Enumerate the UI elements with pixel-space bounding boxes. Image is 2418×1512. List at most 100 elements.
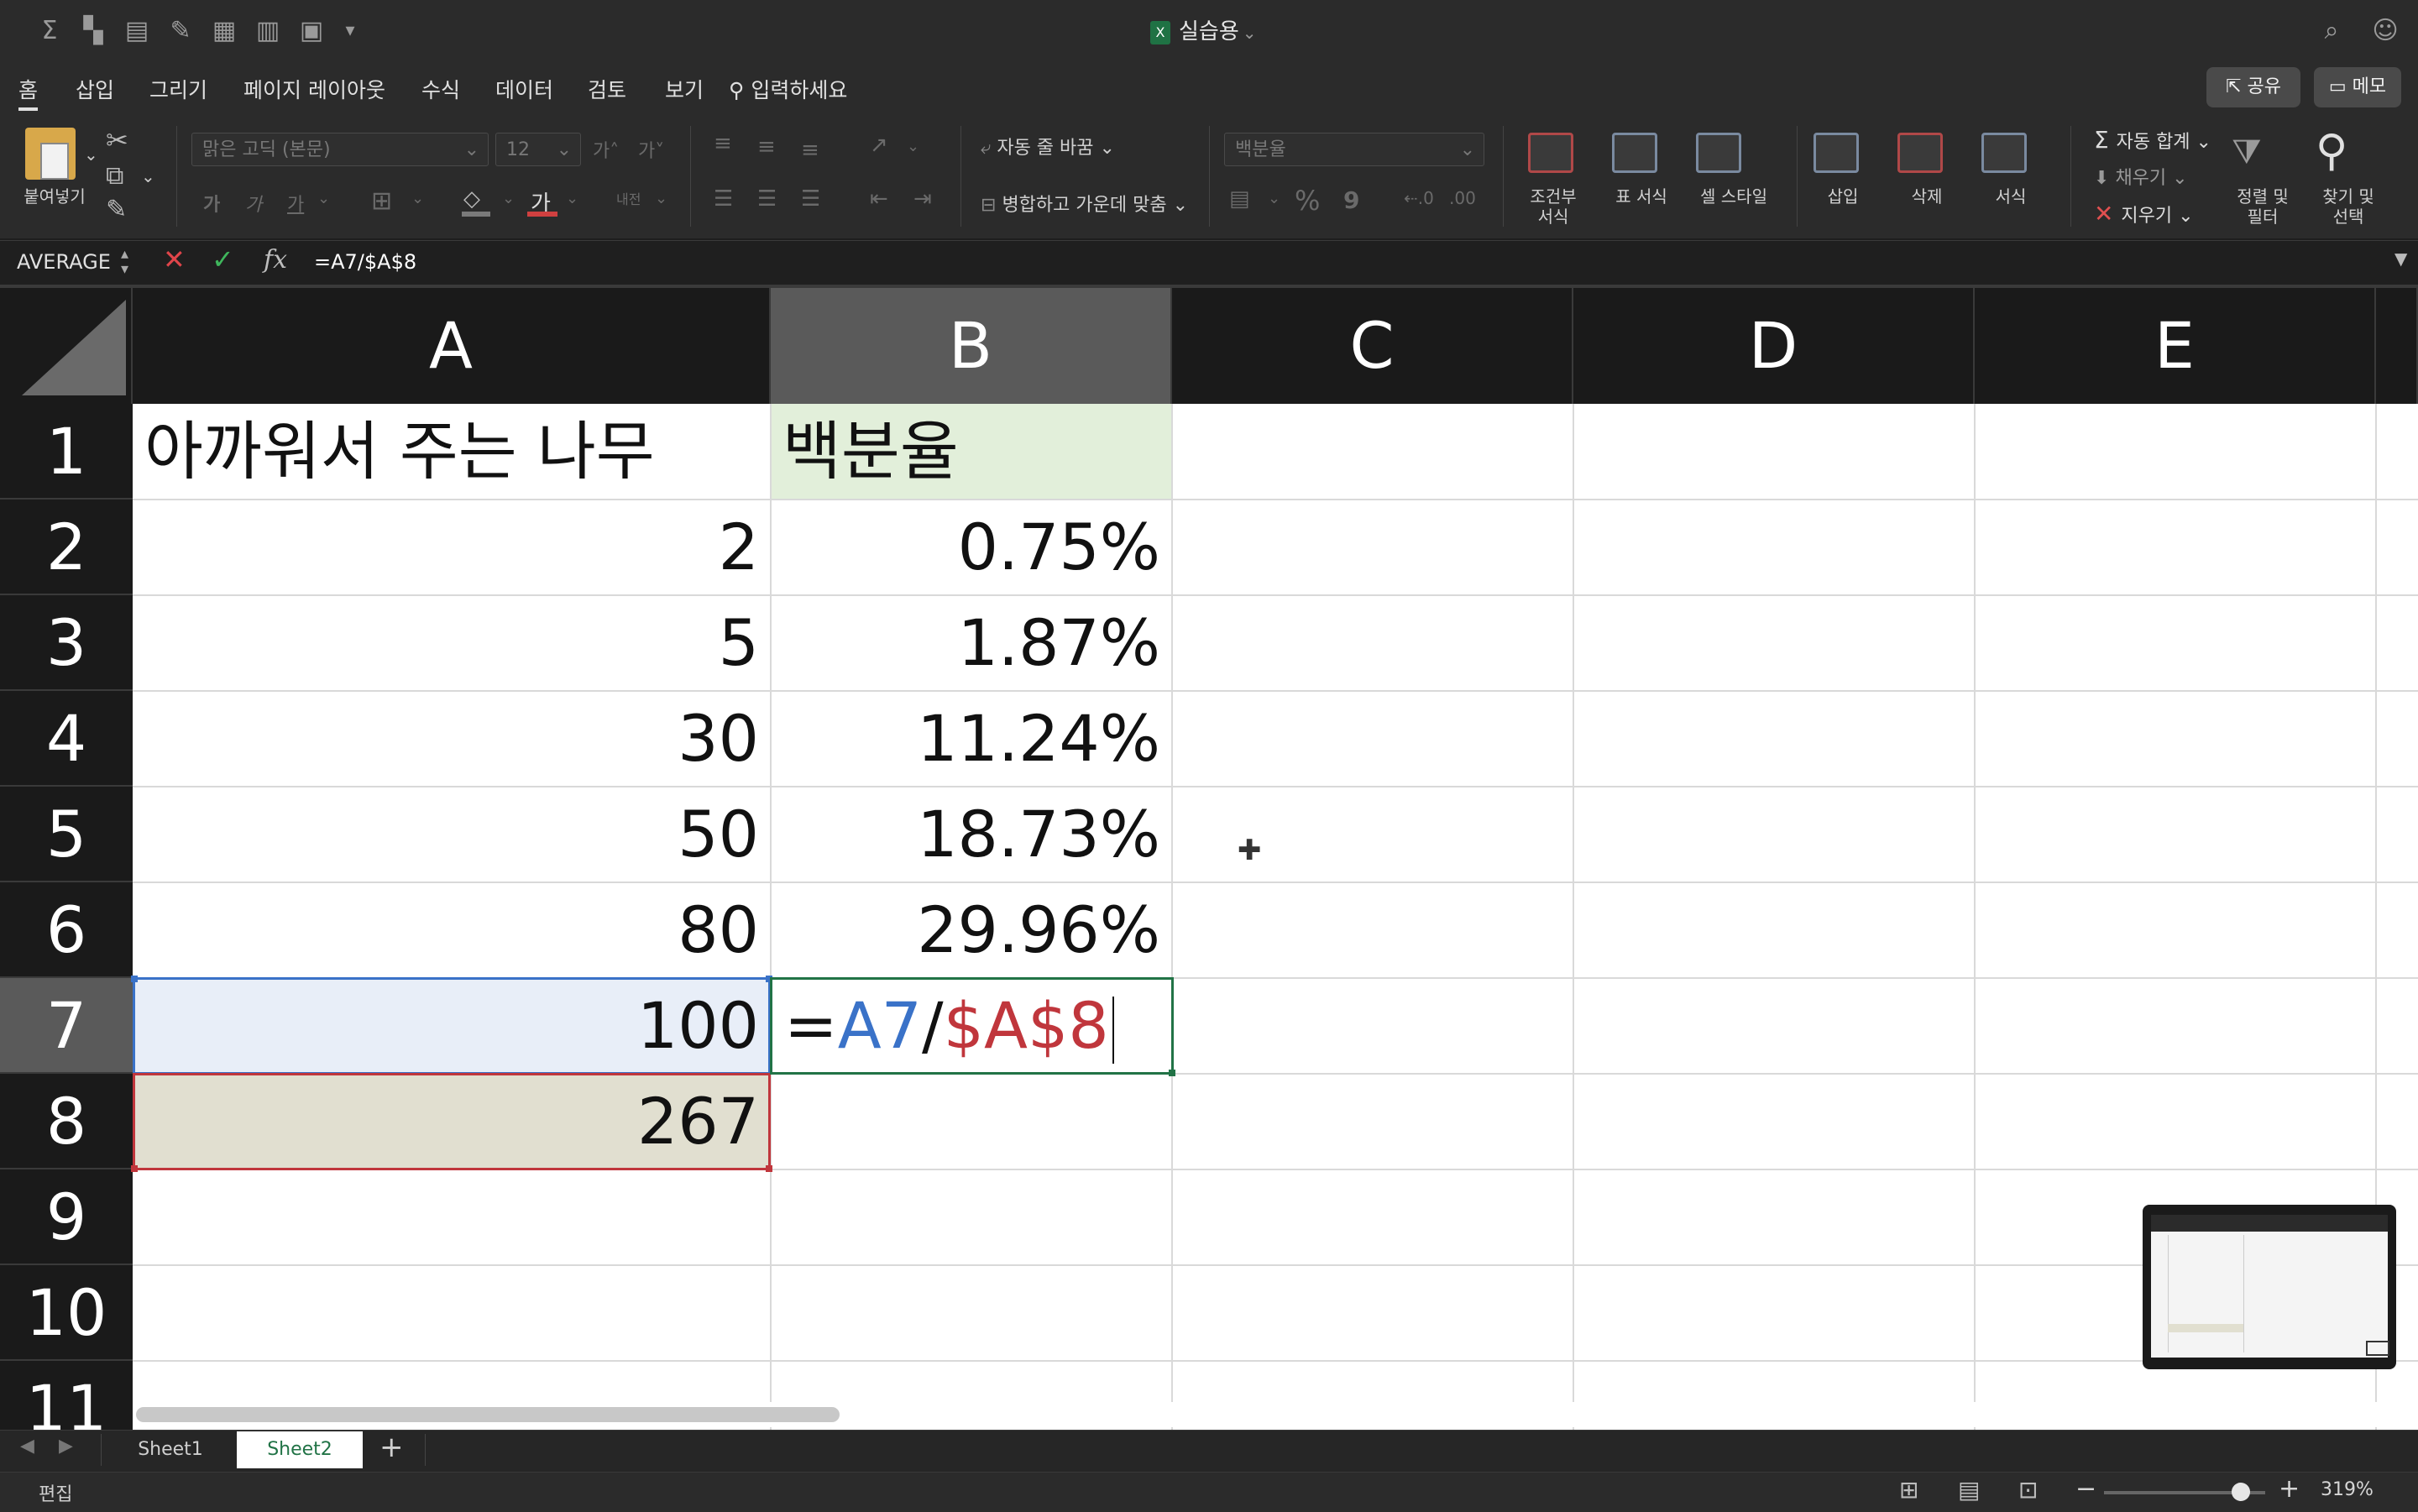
form-quick-icon[interactable]: ▣	[296, 15, 327, 47]
share-button[interactable]: ⇱ 공유	[2206, 67, 2300, 107]
chevron-down-icon[interactable]: ⌄	[317, 190, 330, 207]
fill-color-icon[interactable]: ◇	[463, 186, 480, 212]
format-painter-icon[interactable]: ✎	[106, 195, 127, 224]
horizontal-scroll-thumb[interactable]	[136, 1407, 840, 1422]
autosum-quick-icon[interactable]: Σ	[34, 15, 65, 47]
align-center-icon[interactable]: ☰	[757, 186, 777, 212]
zoom-level[interactable]: 319%	[2321, 1479, 2374, 1500]
reference-handle[interactable]	[131, 1165, 138, 1172]
sort-filter-icon[interactable]: ⧩	[2232, 133, 2262, 171]
align-middle-icon[interactable]: ≡	[757, 134, 776, 160]
phonetic-label[interactable]: 내전	[616, 188, 641, 208]
page-break-view-icon[interactable]: ⊡	[2018, 1476, 2038, 1504]
row-header-11[interactable]: 11	[0, 1361, 133, 1430]
format-cells-icon[interactable]	[1981, 133, 2027, 173]
search-icon[interactable]: ⌕	[2316, 15, 2347, 47]
delete-cells-label[interactable]: 삭제	[1889, 186, 1965, 207]
tab-review[interactable]: 검토	[588, 74, 626, 107]
wrap-text-button[interactable]: ⤶ 자동 줄 바꿈 ⌄	[981, 133, 1115, 160]
zoom-in-icon[interactable]: +	[2279, 1474, 2300, 1504]
comments-button[interactable]: ▭ 메모	[2314, 67, 2401, 107]
format-as-table-icon[interactable]	[1612, 133, 1657, 173]
active-cell-b7[interactable]: =A7/$A$8	[770, 977, 1174, 1075]
fill-handle[interactable]	[1169, 1070, 1175, 1076]
cancel-edit-icon[interactable]: ✕	[163, 243, 186, 275]
insert-cells-icon[interactable]	[1814, 133, 1859, 173]
chart-quick-icon[interactable]: ▚	[77, 15, 109, 47]
tab-home[interactable]: 홈	[18, 74, 39, 111]
sheet-tab-sheet1[interactable]: Sheet1	[107, 1431, 233, 1468]
number-format-combo[interactable]: 백분율 ⌄	[1224, 133, 1484, 166]
scroll-left-icon[interactable]: ◀	[20, 1436, 34, 1457]
cell-styles-icon[interactable]	[1696, 133, 1741, 173]
column-header-a[interactable]: A	[133, 288, 771, 404]
chevron-down-icon[interactable]: ⌄	[502, 190, 515, 207]
numbering-quick-icon[interactable]: ▤	[121, 15, 153, 47]
smiley-feedback-icon[interactable]: ☺	[2369, 15, 2401, 47]
row-header-5[interactable]: 5	[0, 787, 133, 882]
chevron-down-icon[interactable]: ⌄	[411, 190, 424, 207]
decrease-font-icon[interactable]: 가˅	[638, 136, 664, 163]
find-select-label-2[interactable]: 선택	[2311, 207, 2386, 227]
row-header-8[interactable]: 8	[0, 1074, 133, 1169]
align-top-icon[interactable]: ≡	[714, 131, 732, 156]
screenshot-thumbnail[interactable]	[2143, 1205, 2396, 1369]
delete-cells-icon[interactable]	[1897, 133, 1943, 173]
decrease-indent-icon[interactable]: ⇤	[870, 186, 888, 212]
find-select-icon[interactable]: ⚲	[2316, 126, 2347, 176]
chevron-down-icon[interactable]: ⌄	[907, 138, 919, 155]
reference-handle[interactable]	[131, 976, 138, 982]
sort-filter-label-1[interactable]: 정렬 및	[2225, 186, 2300, 207]
column-header-c[interactable]: C	[1172, 288, 1573, 404]
zoom-slider-thumb[interactable]	[2232, 1483, 2250, 1501]
row-header-1[interactable]: 1	[0, 404, 133, 500]
tab-insert[interactable]: 삽입	[76, 74, 114, 107]
cell-b4[interactable]: 11.24%	[771, 691, 1172, 787]
fill-button[interactable]: ⬇ 채우기 ⌄	[2094, 163, 2188, 190]
underline-button[interactable]: 가	[287, 190, 304, 217]
cell-a2[interactable]: 2	[133, 500, 771, 595]
confirm-edit-icon[interactable]: ✓	[212, 243, 234, 275]
sheet-tab-sheet2[interactable]: Sheet2	[237, 1431, 363, 1468]
tab-draw[interactable]: 그리기	[149, 74, 207, 107]
cell-b5[interactable]: 18.73%	[771, 787, 1172, 882]
align-bottom-icon[interactable]: ≡	[801, 138, 819, 163]
expand-formula-bar-icon[interactable]: ▼	[2394, 249, 2407, 269]
cut-icon[interactable]: ✂	[106, 124, 128, 156]
tab-formulas[interactable]: 수식	[421, 74, 460, 107]
page-layout-view-icon[interactable]: ▤	[1958, 1476, 1980, 1504]
chevron-down-icon[interactable]: ⌄	[141, 166, 155, 186]
row-header-4[interactable]: 4	[0, 691, 133, 787]
cell-a4[interactable]: 30	[133, 691, 771, 787]
increase-font-icon[interactable]: 가˄	[593, 136, 619, 163]
accounting-format-icon[interactable]: ▤	[1229, 186, 1250, 212]
conditional-formatting-label-1[interactable]: 조건부	[1511, 186, 1595, 207]
name-box-stepper-icon[interactable]: ▴ ▾	[121, 247, 128, 277]
row-header-3[interactable]: 3	[0, 595, 133, 691]
zoom-out-icon[interactable]: −	[2075, 1474, 2096, 1504]
scroll-right-icon[interactable]: ▶	[59, 1436, 73, 1457]
orientation-icon[interactable]: ↗	[870, 133, 888, 158]
cell-a5[interactable]: 50	[133, 787, 771, 882]
bold-button[interactable]: 가	[203, 190, 220, 217]
format-as-table-label[interactable]: 표 서식	[1595, 186, 1688, 207]
cell-b1[interactable]: 백분율	[771, 404, 1172, 500]
cell-a3[interactable]: 5	[133, 595, 771, 691]
decrease-decimal-icon[interactable]: .00	[1449, 188, 1476, 208]
font-size-combo[interactable]: 12 ⌄	[495, 133, 581, 166]
autosum-button[interactable]: Σ 자동 합계 ⌄	[2094, 126, 2211, 154]
conditional-formatting-icon[interactable]	[1528, 133, 1573, 173]
document-title[interactable]: X 실습용 ⌄	[1150, 15, 1257, 49]
column-header-d[interactable]: D	[1573, 288, 1975, 404]
align-left-icon[interactable]: ☰	[714, 186, 733, 212]
chevron-down-icon[interactable]: ⌄	[655, 190, 667, 207]
column-header-b[interactable]: B	[771, 288, 1172, 404]
find-select-label-1[interactable]: 찾기 및	[2311, 186, 2386, 207]
reference-handle[interactable]	[766, 1165, 772, 1172]
row-header-6[interactable]: 6	[0, 882, 133, 978]
chevron-down-icon[interactable]: ⌄	[566, 190, 578, 207]
chevron-down-icon[interactable]: ⌄	[1268, 190, 1280, 207]
table-quick-icon[interactable]: ▦	[208, 15, 240, 47]
add-sheet-button[interactable]: +	[379, 1431, 404, 1464]
tab-view[interactable]: 보기	[665, 74, 704, 107]
